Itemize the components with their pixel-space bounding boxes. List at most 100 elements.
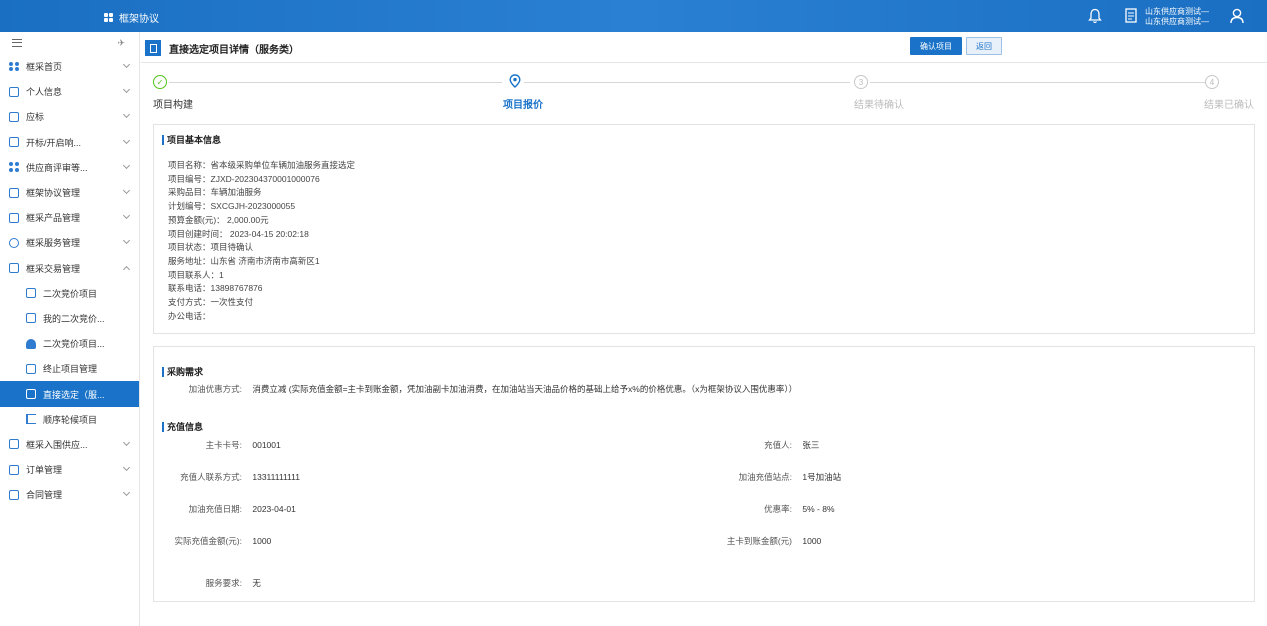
dots-icon bbox=[9, 61, 19, 72]
sidebar-item-contract[interactable]: 合同管理 bbox=[0, 482, 139, 507]
header-divider bbox=[141, 62, 1267, 63]
sidebar-item-label: 供应商评审等... bbox=[26, 162, 88, 173]
gavel-icon bbox=[26, 288, 36, 299]
pin-icon[interactable]: ✈ bbox=[117, 38, 125, 49]
menu-icon[interactable] bbox=[12, 39, 22, 47]
step-label: 结果待确认 bbox=[854, 100, 904, 111]
list-icon bbox=[26, 313, 36, 324]
location-pin-icon bbox=[509, 74, 521, 88]
product-icon bbox=[9, 212, 19, 223]
user-names[interactable]: 山东供应商测试— 山东供应商测试— bbox=[1145, 7, 1209, 27]
step-label: 结果已确认 bbox=[1204, 100, 1254, 111]
chevron-down-icon bbox=[122, 60, 131, 69]
sidebar-item-label: 框采首页 bbox=[26, 62, 63, 73]
sidebar-item-home[interactable]: 框采首页 bbox=[0, 54, 139, 79]
page-title: 直接选定项目详情（服务类） bbox=[169, 44, 299, 56]
main-content: 直接选定项目详情（服务类） 确认项目 返回 ✓ 项目构建 项目报价 3 结果待确… bbox=[141, 32, 1267, 626]
chevron-down-icon bbox=[122, 111, 131, 119]
profile-icon bbox=[9, 86, 19, 97]
chevron-down-icon bbox=[122, 212, 131, 220]
info-line: 项目状态：项目待确认 bbox=[168, 242, 254, 253]
sidebar-item-label: 框架协议管理 bbox=[26, 188, 81, 199]
confirm-project-button[interactable]: 确认项目 bbox=[910, 37, 962, 55]
contact-value: 13311111111 bbox=[252, 472, 300, 482]
actual-amount-label: 实际充值金额(元): bbox=[174, 536, 242, 546]
chevron-down-icon bbox=[122, 463, 131, 472]
info-line: 项目创建时间： 2023-04-15 20:02:18 bbox=[168, 228, 309, 239]
section-title: 充值信息 bbox=[162, 422, 203, 432]
user-name-line2: 山东供应商测试— bbox=[1145, 17, 1209, 26]
sidebar-subitem-sequence[interactable]: 顺序轮候项目 bbox=[0, 407, 139, 432]
sidebar-item-label: 二次竞价项目 bbox=[43, 288, 98, 299]
service-requirement-value: 无 bbox=[252, 578, 261, 588]
sidebar-subitem-my-bidding[interactable]: 我的二次竞价... bbox=[0, 306, 139, 331]
sidebar-item-agreement[interactable]: 框架协议管理 bbox=[0, 180, 139, 205]
app-title[interactable]: 框架协议 bbox=[104, 10, 159, 25]
step-connector bbox=[169, 82, 502, 83]
chevron-down-icon bbox=[122, 86, 131, 94]
info-line: 办公电话： bbox=[168, 310, 211, 321]
info-line: 项目联系人：1 bbox=[168, 269, 224, 280]
sidebar-item-label: 直接选定（服... bbox=[43, 389, 105, 400]
sidebar-item-supplier[interactable]: 框采入围供应... bbox=[0, 432, 139, 457]
discount-value: 消费立减 (实际充值金额=主卡到账金额，凭加油副卡加油消费，在加油站当天油品价格… bbox=[252, 384, 798, 394]
dots-icon bbox=[9, 162, 19, 173]
info-line: 计划编号：SXCGJH-2023000055 bbox=[168, 201, 296, 212]
service-requirement-label: 服务要求: bbox=[205, 578, 242, 588]
arrived-amount-value: 1000 bbox=[802, 536, 822, 546]
chevron-down-icon bbox=[122, 136, 131, 144]
contract-icon bbox=[9, 489, 19, 500]
bid-icon bbox=[9, 111, 19, 122]
sidebar-item-label: 订单管理 bbox=[26, 465, 63, 476]
basic-info-card: 项目基本信息 项目名称：省本级采购单位车辆加油服务直接选定 项目编号：ZJXD-… bbox=[153, 124, 1255, 334]
user-icon[interactable] bbox=[1230, 8, 1244, 24]
sidebar-item-label: 框采入围供应... bbox=[26, 439, 88, 450]
grid-icon bbox=[104, 13, 113, 22]
sidebar-item-profile[interactable]: 个人信息 bbox=[0, 79, 139, 104]
step-connector bbox=[870, 82, 1205, 83]
trade-icon bbox=[9, 263, 19, 274]
sidebar-item-bid[interactable]: 应标 bbox=[0, 104, 139, 129]
chevron-down-icon bbox=[122, 237, 131, 245]
step-label: 项目报价 bbox=[503, 100, 543, 111]
arrived-amount-row: 主卡到账金额(元) 1000 bbox=[714, 535, 821, 547]
sidebar-item-label: 个人信息 bbox=[26, 87, 63, 98]
chevron-down-icon bbox=[122, 438, 131, 446]
sidebar-subitem-direct-select[interactable]: 直接选定（服... bbox=[0, 381, 139, 407]
bell-icon[interactable] bbox=[1088, 8, 1102, 24]
step-connector bbox=[524, 82, 850, 83]
main-card-label: 主卡卡号: bbox=[205, 440, 242, 450]
users-icon bbox=[26, 338, 36, 349]
sidebar-subitem-bidding[interactable]: 二次竞价项目 bbox=[0, 281, 139, 306]
agreement-icon bbox=[9, 187, 19, 198]
rate-label: 优惠率: bbox=[764, 504, 792, 514]
contact-label: 充值人联系方式: bbox=[180, 472, 242, 482]
recharger-label: 充值人: bbox=[764, 440, 792, 450]
sidebar-item-open-bid[interactable]: 开标/开启响... bbox=[0, 130, 139, 155]
back-button[interactable]: 返回 bbox=[966, 37, 1002, 55]
terminate-icon bbox=[26, 363, 36, 374]
document-icon[interactable] bbox=[1125, 8, 1137, 23]
sidebar-subitem-bidding-users[interactable]: 二次竞价项目... bbox=[0, 331, 139, 356]
info-line: 采购品目：车辆加油服务 bbox=[168, 187, 262, 198]
main-card-value: 001001 bbox=[252, 440, 281, 450]
date-label: 加油充值日期: bbox=[188, 504, 242, 514]
info-line: 支付方式：一次性支付 bbox=[168, 297, 254, 308]
service-requirement-row: 服务要求: 无 bbox=[164, 577, 261, 589]
user-name-line1: 山东供应商测试— bbox=[1145, 7, 1209, 16]
sidebar-item-review[interactable]: 供应商评审等... bbox=[0, 155, 139, 180]
sidebar-item-order[interactable]: 订单管理 bbox=[0, 457, 139, 482]
section-title: 项目基本信息 bbox=[162, 135, 221, 145]
sidebar-item-label: 我的二次竞价... bbox=[43, 313, 105, 324]
info-line: 项目编号：ZJXD-202304370001000076 bbox=[168, 173, 320, 184]
sidebar-item-service[interactable]: 框采服务管理 bbox=[0, 230, 139, 255]
sidebar-item-trade[interactable]: 框采交易管理 bbox=[0, 256, 139, 281]
arrived-amount-label: 主卡到账金额(元) bbox=[726, 536, 792, 546]
sidebar-subitem-terminate[interactable]: 终止项目管理 bbox=[0, 356, 139, 381]
info-line: 联系电话：13898767876 bbox=[168, 283, 263, 294]
sidebar-item-product[interactable]: 框采产品管理 bbox=[0, 205, 139, 230]
chevron-up-icon bbox=[122, 265, 131, 273]
direct-select-icon bbox=[26, 389, 36, 400]
app-title-label: 框架协议 bbox=[119, 14, 159, 25]
chevron-down-icon bbox=[122, 161, 131, 169]
